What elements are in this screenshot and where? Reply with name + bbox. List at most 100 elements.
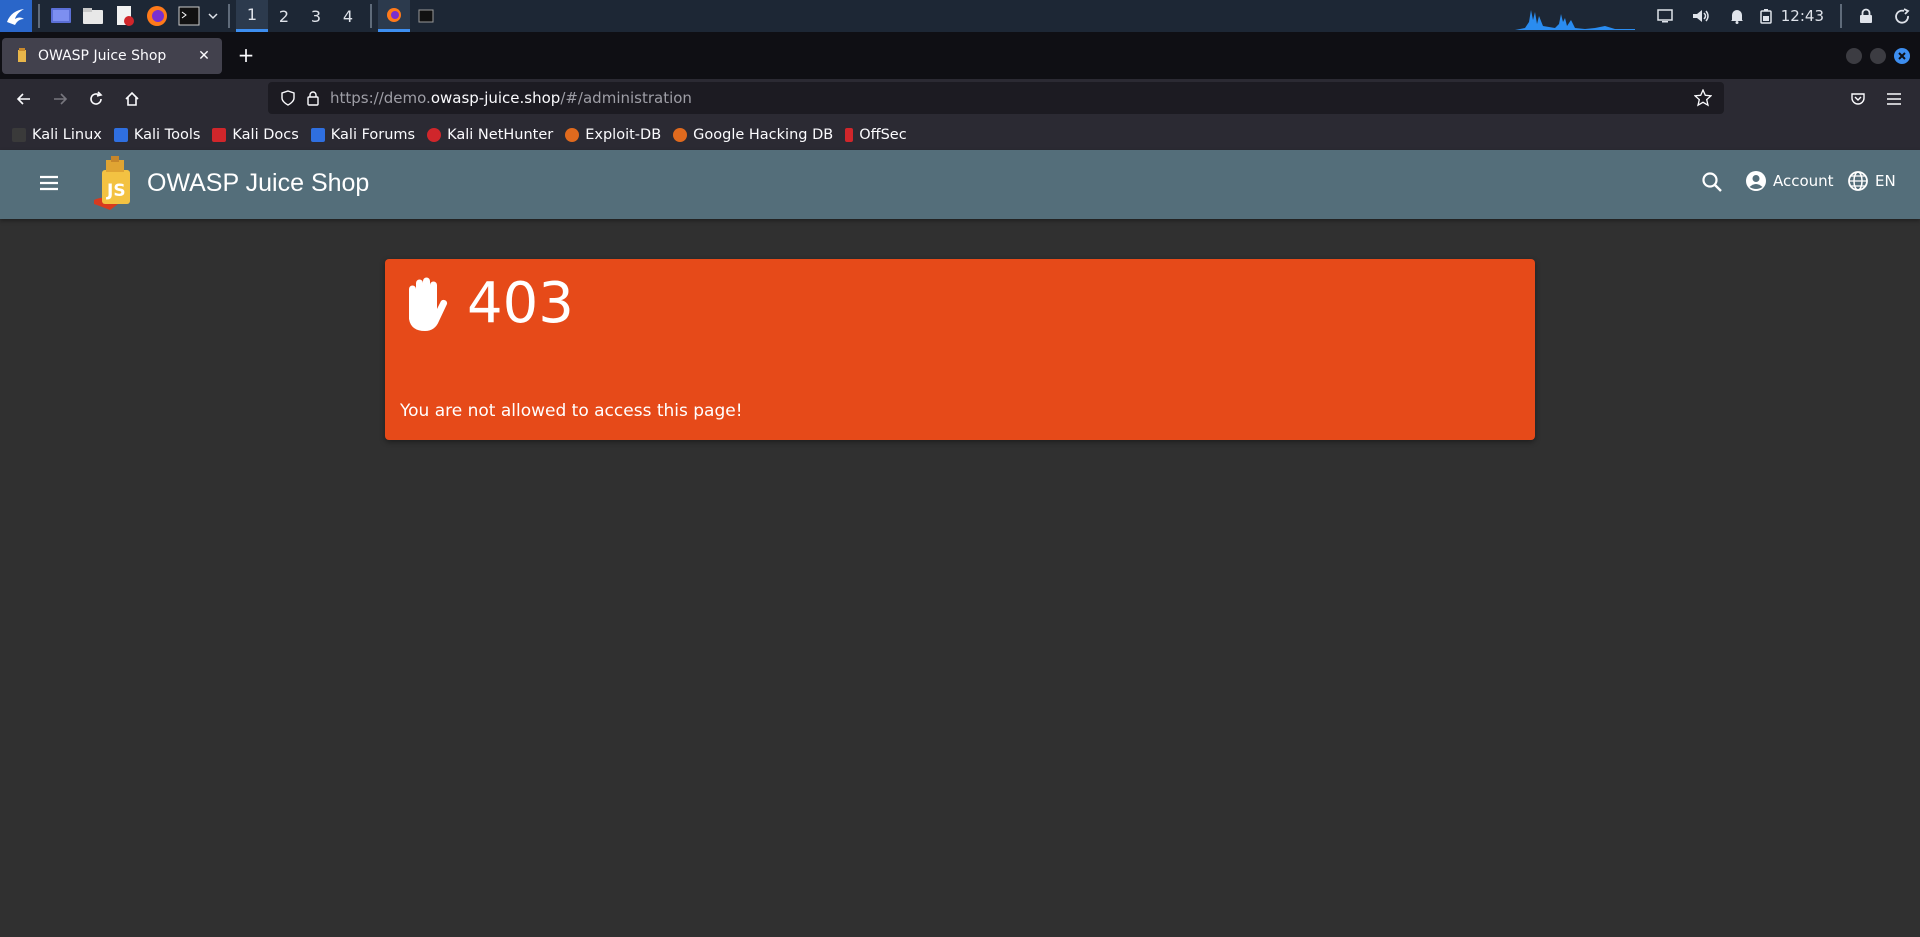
- browser-nav-bar: https://demo.owasp-juice.shop/#/administ…: [0, 79, 1920, 119]
- window-minimize-button[interactable]: [1846, 48, 1862, 64]
- text-editor-button[interactable]: [110, 2, 140, 30]
- workspace-3[interactable]: 3: [300, 0, 332, 32]
- os-taskbar: 1 2 3 4 12:43: [0, 0, 1920, 32]
- ghdb-icon: [673, 127, 688, 142]
- power-icon: [1895, 8, 1910, 24]
- lock-icon: [1860, 8, 1872, 23]
- arrow-left-icon: [16, 93, 30, 105]
- firefox-launcher-button[interactable]: [142, 2, 172, 30]
- terminal-icon: [178, 6, 200, 26]
- home-icon: [125, 91, 139, 106]
- bookmark-kali-tools[interactable]: Kali Tools: [113, 127, 200, 143]
- bookmark-kali-forums[interactable]: Kali Forums: [310, 127, 415, 143]
- back-button[interactable]: [10, 85, 38, 113]
- hand-stop-icon: [409, 277, 448, 331]
- shield-icon[interactable]: [280, 90, 296, 106]
- url-text[interactable]: https://demo.owasp-juice.shop/#/administ…: [330, 89, 692, 107]
- language-label: EN: [1875, 172, 1896, 190]
- panel-separator: [370, 4, 372, 28]
- error-code: 403: [467, 271, 574, 336]
- clock[interactable]: 12:43: [1777, 7, 1834, 25]
- logout-button[interactable]: [1884, 0, 1920, 32]
- firefox-icon: [387, 7, 401, 22]
- language-button[interactable]: EN: [1847, 170, 1896, 192]
- lock-icon[interactable]: [306, 90, 320, 106]
- bookmarks-toolbar: Kali Linux Kali Tools Kali Docs Kali For…: [0, 119, 1920, 150]
- star-icon[interactable]: [1694, 89, 1712, 107]
- bookmark-kali-linux[interactable]: Kali Linux: [12, 127, 102, 143]
- pocket-button[interactable]: [1844, 85, 1872, 113]
- battery-icon: [1760, 9, 1772, 24]
- launcher-dropdown-button[interactable]: [206, 2, 220, 30]
- file-manager-button[interactable]: [78, 2, 108, 30]
- reload-button[interactable]: [82, 85, 110, 113]
- window-maximize-button[interactable]: [1870, 48, 1886, 64]
- panel-separator: [1840, 4, 1842, 28]
- juice-shop-logo-icon[interactable]: JS: [92, 156, 138, 212]
- bookmark-exploit-db[interactable]: Exploit-DB: [565, 127, 661, 143]
- kali-menu-button[interactable]: [0, 0, 32, 32]
- workspace-1[interactable]: 1: [236, 0, 268, 32]
- folder-icon: [83, 8, 103, 24]
- forward-button[interactable]: [46, 85, 74, 113]
- show-desktop-button[interactable]: [46, 2, 76, 30]
- panel-separator: [228, 4, 230, 28]
- window-button-firefox[interactable]: [378, 0, 410, 32]
- search-icon: [1702, 172, 1722, 192]
- display-tray-button[interactable]: [1647, 0, 1683, 32]
- chevron-down-icon: [208, 13, 218, 20]
- lock-screen-button[interactable]: [1848, 0, 1884, 32]
- window-button-terminal[interactable]: [410, 0, 442, 32]
- globe-icon: [1848, 171, 1868, 191]
- home-button[interactable]: [118, 85, 146, 113]
- volume-icon: [1692, 10, 1709, 22]
- terminal-launcher-button[interactable]: [174, 2, 204, 30]
- kali-forums-icon: [310, 127, 325, 142]
- search-button[interactable]: [1700, 170, 1726, 196]
- text-editor-icon: [117, 6, 134, 26]
- svg-text:JS: JS: [106, 181, 126, 201]
- workspace-4[interactable]: 4: [332, 0, 364, 32]
- panel-separator: [38, 4, 40, 28]
- offsec-icon: [845, 127, 854, 142]
- bell-icon: [1730, 10, 1743, 24]
- new-tab-button[interactable]: +: [234, 44, 258, 68]
- terminal-icon: [418, 9, 434, 23]
- battery-tray-button[interactable]: [1755, 0, 1777, 32]
- bookmark-offsec[interactable]: OffSec: [845, 127, 907, 143]
- browser-tab[interactable]: OWASP Juice Shop ✕: [2, 38, 222, 74]
- monitor-icon: [1657, 9, 1673, 23]
- volume-tray-button[interactable]: [1683, 0, 1719, 32]
- url-bar[interactable]: https://demo.owasp-juice.shop/#/administ…: [268, 82, 1724, 114]
- app-menu-button[interactable]: [1880, 85, 1908, 113]
- nethunter-icon: [427, 127, 442, 142]
- bookmark-kali-nethunter[interactable]: Kali NetHunter: [427, 127, 553, 143]
- kali-tools-icon: [113, 127, 128, 142]
- tab-title: OWASP Juice Shop: [38, 48, 167, 64]
- juice-shop-favicon-icon: [18, 48, 26, 62]
- arrow-right-icon: [54, 93, 68, 105]
- workspace-2[interactable]: 2: [268, 0, 300, 32]
- close-icon: [1898, 52, 1906, 60]
- page-content: JS OWASP Juice Shop Account EN 403 You a…: [0, 150, 1920, 937]
- kali-dragon-icon: [7, 9, 24, 25]
- kali-docs-icon: [212, 127, 227, 142]
- tab-close-icon[interactable]: ✕: [196, 48, 212, 64]
- bookmark-google-hacking-db[interactable]: Google Hacking DB: [673, 127, 833, 143]
- error-message: You are not allowed to access this page!: [400, 401, 743, 421]
- reload-icon: [90, 91, 103, 105]
- browser-tab-bar: OWASP Juice Shop ✕ +: [0, 32, 1920, 79]
- account-circle-icon: [1746, 171, 1766, 191]
- account-button[interactable]: Account: [1745, 170, 1834, 192]
- app-toolbar: JS OWASP Juice Shop Account EN: [0, 150, 1920, 219]
- notifications-tray-button[interactable]: [1719, 0, 1755, 32]
- app-title[interactable]: OWASP Juice Shop: [147, 169, 369, 198]
- account-label: Account: [1773, 172, 1834, 190]
- firefox-icon: [147, 6, 167, 26]
- exploit-db-icon: [565, 127, 580, 142]
- window-close-button[interactable]: [1894, 48, 1910, 64]
- bookmark-kali-docs[interactable]: Kali Docs: [212, 127, 299, 143]
- hamburger-icon: [1887, 93, 1901, 105]
- error-card: 403 You are not allowed to access this p…: [385, 259, 1535, 440]
- side-menu-button[interactable]: [34, 168, 64, 198]
